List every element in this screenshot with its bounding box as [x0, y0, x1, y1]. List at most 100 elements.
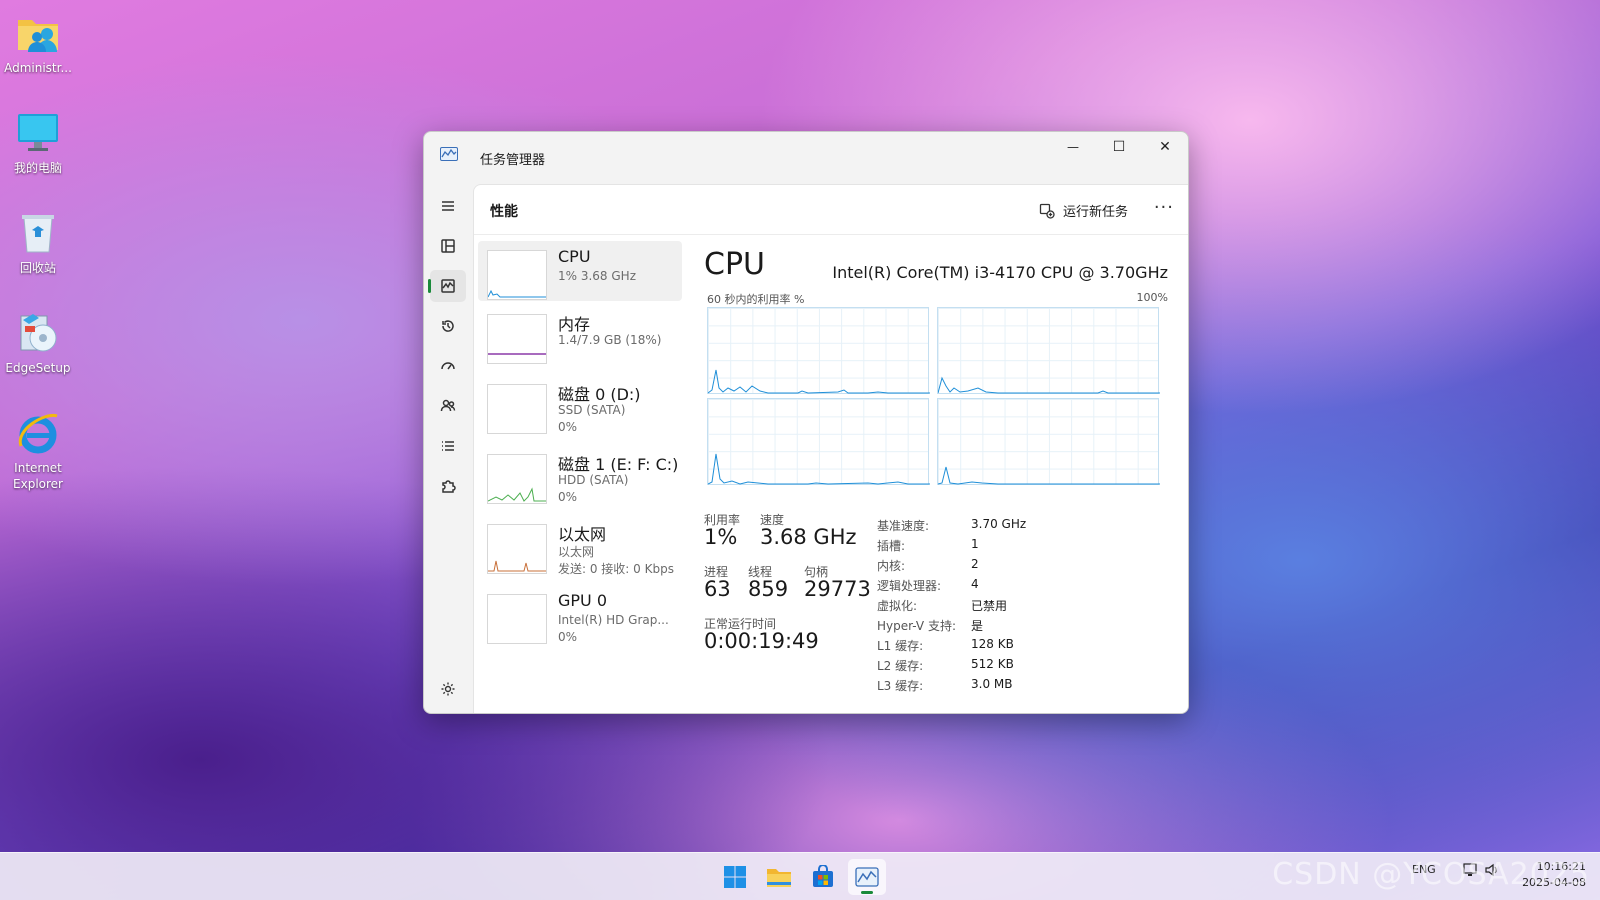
desktop-icon-edgesetup[interactable]: EdgeSetup — [2, 310, 74, 376]
spec-row-cores: 内核: 2 — [877, 557, 1157, 577]
maximize-button[interactable]: ☐ — [1096, 132, 1142, 162]
spec-key: L2 缓存: — [877, 659, 924, 673]
recycle-bin-icon — [15, 210, 61, 256]
hamburger-menu-button[interactable] — [430, 190, 466, 222]
watermark-text: CSDN @YCOSA2025 — [1272, 857, 1590, 892]
close-button[interactable]: ✕ — [1142, 132, 1188, 162]
device-name: 以太网 — [558, 525, 607, 544]
device-name: 内存 — [558, 315, 591, 334]
title-bar[interactable]: 任务管理器 — ☐ ✕ — [424, 132, 1188, 184]
device-detail: SSD (SATA) — [558, 403, 626, 417]
nav-startup-apps[interactable] — [430, 350, 466, 382]
page-header: 性能 运行新任务 ··· — [474, 185, 1188, 235]
device-item-ethernet[interactable]: 以太网 以太网 发送: 0 接收: 0 Kbps — [478, 515, 682, 585]
device-item-disk-1[interactable]: 磁盘 1 (E: F: C:) HDD (SATA) 0% — [478, 445, 682, 515]
spec-row-virtualization: 虚拟化: 已禁用 — [877, 597, 1157, 617]
spec-row-hyperv: Hyper-V 支持: 是 — [877, 617, 1157, 637]
folder-icon — [767, 869, 791, 887]
desktop-icon-my-computer[interactable]: 我的电脑 — [2, 110, 74, 176]
cpu-heading: CPU — [704, 247, 765, 282]
spec-row-l1-cache: L1 缓存: 128 KB — [877, 637, 1157, 657]
minimize-button[interactable]: — — [1050, 132, 1096, 162]
device-list: CPU 1% 3.68 GHz 内存 1.4/7.9 GB (18%) 磁盘 0… — [478, 241, 682, 655]
task-manager-icon — [855, 867, 879, 887]
processes-icon — [441, 239, 455, 253]
spec-row-l2-cache: L2 缓存: 512 KB — [877, 657, 1157, 677]
desktop-icon-label: Internet Explorer — [13, 461, 63, 491]
run-task-icon — [1039, 203, 1055, 219]
handles-value: 29773 — [804, 577, 871, 601]
spec-row-base-speed: 基准速度: 3.70 GHz — [877, 517, 1157, 537]
device-detail: HDD (SATA) — [558, 473, 629, 487]
logical-processor-graph-0 — [707, 307, 930, 394]
spec-value: 是 — [971, 619, 984, 633]
device-name: 磁盘 0 (D:) — [558, 385, 641, 404]
task-manager-window: 任务管理器 — ☐ ✕ 性能 运行新任务 ··· CPU 1% 3.68 GHz… — [423, 131, 1189, 714]
spec-value: 3.0 MB — [971, 677, 1013, 691]
services-puzzle-icon — [442, 480, 456, 493]
cpu-model-name: Intel(R) Core(TM) i3-4170 CPU @ 3.70GHz — [832, 263, 1168, 282]
device-item-gpu-0[interactable]: GPU 0 Intel(R) HD Grap... 0% — [478, 585, 682, 655]
taskbar-task-manager[interactable] — [848, 859, 886, 895]
cpu-thumbnail-graph — [487, 250, 547, 300]
logical-processor-graph-1 — [937, 307, 1160, 394]
performance-icon — [441, 279, 455, 293]
device-detail: Intel(R) HD Grap... — [558, 613, 669, 627]
gpu-thumbnail-graph — [487, 594, 547, 644]
desktop-icon-administrator[interactable]: Administr... — [2, 10, 74, 76]
spec-key: 基准速度: — [877, 519, 930, 533]
spec-value: 128 KB — [971, 637, 1014, 651]
processes-value: 63 — [704, 577, 731, 601]
gear-icon — [441, 682, 455, 696]
spec-value: 4 — [971, 577, 979, 591]
device-item-disk-0[interactable]: 磁盘 0 (D:) SSD (SATA) 0% — [478, 375, 682, 445]
more-options-button[interactable]: ··· — [1154, 197, 1174, 218]
desktop-icon-label: 回收站 — [19, 261, 56, 275]
spec-value: 3.70 GHz — [971, 517, 1027, 531]
nav-processes[interactable] — [430, 230, 466, 262]
nav-services[interactable] — [430, 470, 466, 502]
nav-app-history[interactable] — [430, 310, 466, 342]
cpu-detail-panel: CPU Intel(R) Core(TM) i3-4170 CPU @ 3.70… — [704, 241, 1168, 703]
graph-axis-label: 60 秒内的利用率 % — [707, 293, 805, 306]
device-item-memory[interactable]: 内存 1.4/7.9 GB (18%) — [478, 305, 682, 375]
nav-performance[interactable] — [428, 270, 466, 302]
start-button[interactable] — [716, 859, 754, 895]
taskbar-file-explorer[interactable] — [760, 859, 798, 895]
spec-key: 逻辑处理器: — [877, 579, 942, 593]
logical-processor-graph-3 — [937, 398, 1160, 485]
navigation-sidebar — [424, 184, 472, 713]
run-new-task-button[interactable]: 运行新任务 — [1039, 201, 1128, 220]
taskbar-store[interactable] — [804, 859, 842, 895]
spec-key: 插槽: — [877, 539, 906, 553]
cpu-utilization-graphs — [707, 307, 1160, 485]
spec-key: 内核: — [877, 559, 906, 573]
page-title: 性能 — [490, 204, 518, 220]
device-item-cpu[interactable]: CPU 1% 3.68 GHz — [478, 241, 682, 301]
window-title: 任务管理器 — [480, 153, 546, 168]
desktop-icon-label: Administr... — [4, 61, 72, 75]
graph-max-label: 100% — [1136, 291, 1168, 304]
disk0-thumbnail-graph — [487, 384, 547, 434]
device-usage: 0% — [558, 420, 578, 434]
spec-value: 2 — [971, 557, 979, 571]
spec-row-sockets: 插槽: 1 — [877, 537, 1157, 557]
device-detail: 1% 3.68 GHz — [558, 269, 637, 283]
task-manager-app-icon — [440, 147, 458, 161]
spec-value: 512 KB — [971, 657, 1014, 671]
device-detail: 1.4/7.9 GB (18%) — [558, 333, 662, 347]
desktop-icon-recycle-bin[interactable]: 回收站 — [2, 210, 74, 276]
nav-details[interactable] — [430, 430, 466, 462]
device-name: GPU 0 — [558, 591, 608, 610]
desktop-icon-internet-explorer[interactable]: Internet Explorer — [2, 410, 74, 492]
desktop-icon-label: 我的电脑 — [13, 161, 62, 175]
desktop-icon-label: EdgeSetup — [5, 361, 71, 375]
uptime-value: 0:00:19:49 — [704, 629, 819, 653]
settings-button[interactable] — [434, 675, 462, 703]
nav-users[interactable] — [430, 390, 466, 422]
utilization-value: 1% — [704, 525, 738, 549]
ethernet-thumbnail-graph — [487, 524, 547, 574]
internet-explorer-icon — [15, 410, 61, 456]
device-name: 磁盘 1 (E: F: C:) — [558, 455, 679, 474]
spec-key: Hyper-V 支持: — [877, 619, 956, 633]
